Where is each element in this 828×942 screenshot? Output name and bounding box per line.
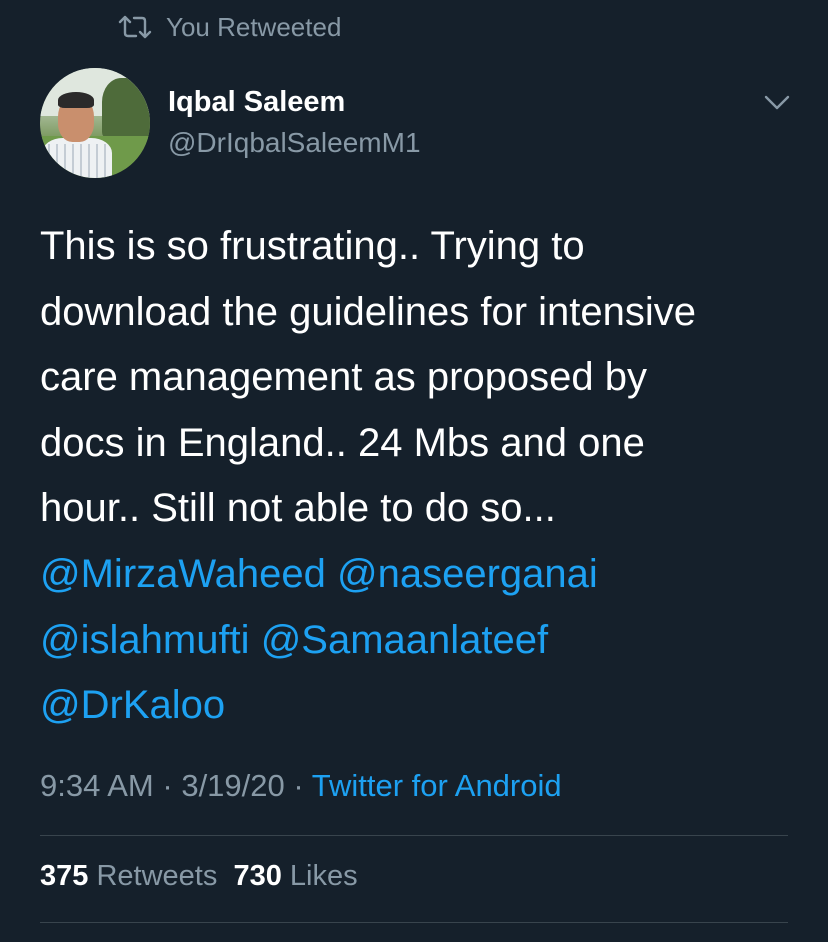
- tweet-date[interactable]: 3/19/20: [181, 768, 284, 803]
- tweet-meta: 9:34 AM · 3/19/20 · Twitter for Android: [40, 768, 562, 804]
- tweet-source-link[interactable]: Twitter for Android: [312, 768, 562, 803]
- mention-link[interactable]: @MirzaWaheed: [40, 552, 326, 596]
- mention-link[interactable]: @DrKaloo: [40, 683, 225, 727]
- divider: [40, 835, 788, 836]
- retweets-label[interactable]: Retweets: [96, 860, 217, 892]
- retweet-icon: [118, 14, 152, 40]
- chevron-down-icon[interactable]: [762, 90, 792, 116]
- retweet-context: You Retweeted: [118, 10, 341, 44]
- likes-label[interactable]: Likes: [290, 860, 358, 892]
- retweet-context-label: You Retweeted: [166, 11, 342, 42]
- mention-link[interactable]: @Samaanlateef: [261, 618, 548, 662]
- mention-link[interactable]: @naseerganai: [337, 552, 598, 596]
- tweet-text-line: care management as proposed by: [40, 355, 648, 400]
- likes-count[interactable]: 730: [233, 860, 281, 892]
- tweet-text-line: hour.. Still not able to do so...: [40, 486, 556, 531]
- tweet-stats: 375 Retweets 730 Likes: [40, 860, 358, 893]
- meta-separator: ·: [293, 768, 304, 803]
- divider: [40, 922, 788, 923]
- retweets-count[interactable]: 375: [40, 860, 88, 892]
- meta-separator: ·: [162, 768, 173, 803]
- avatar[interactable]: [40, 68, 150, 178]
- tweet-text-line: download the guidelines for intensive: [40, 289, 696, 334]
- tweet-time[interactable]: 9:34 AM: [40, 768, 154, 803]
- tweet-text-line: docs in England.. 24 Mbs and one: [40, 420, 645, 465]
- tweet-text: This is so frustrating.. Trying to downlo…: [40, 214, 800, 739]
- mention-link[interactable]: @islahmufti: [40, 618, 250, 662]
- author-handle[interactable]: @DrIqbalSaleemM1: [168, 127, 421, 159]
- tweet-text-line: This is so frustrating.. Trying to: [40, 224, 585, 268]
- author-display-name[interactable]: Iqbal Saleem: [168, 86, 345, 119]
